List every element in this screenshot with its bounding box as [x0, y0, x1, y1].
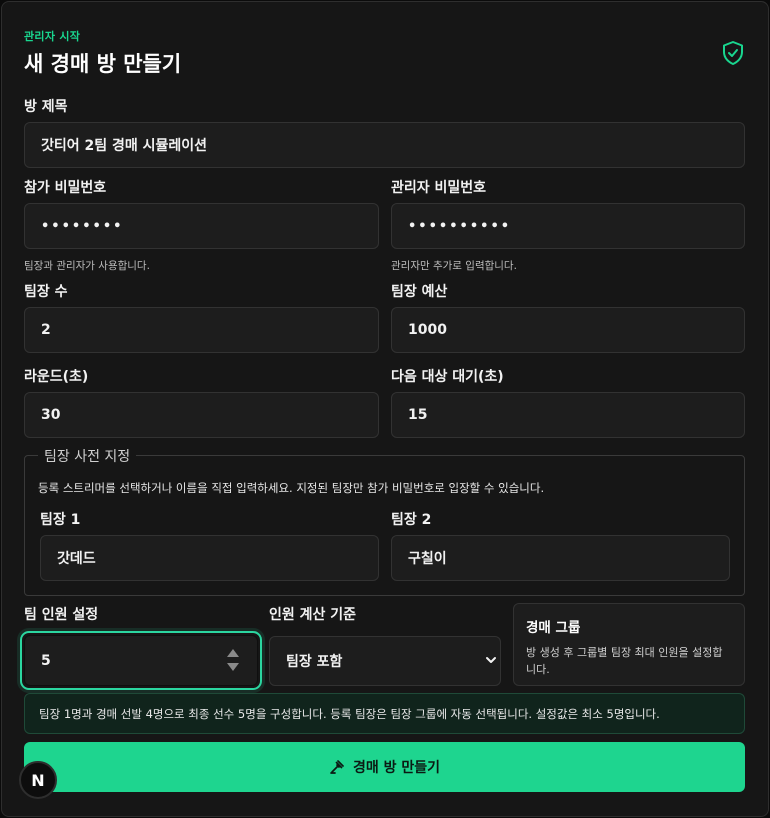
captain-count-label: 팀장 수	[24, 284, 68, 300]
room-title-input[interactable]: 갓티어 2팀 경매 시뮬레이션	[24, 122, 745, 168]
gavel-icon	[330, 760, 344, 774]
next-wait-label: 다음 대상 대기(초)	[391, 369, 504, 385]
captain-2-label: 팀장 2	[391, 512, 432, 528]
admin-password-label: 관리자 비밀번호	[391, 180, 487, 196]
create-room-button-label: 경매 방 만들기	[352, 760, 441, 776]
captain-preset-legend: 팀장 사전 지정	[38, 446, 137, 466]
auction-group-description: 방 생성 후 그룹별 팀장 최대 인원을 설정합니다.	[526, 646, 723, 676]
next-wait-input[interactable]: 15	[391, 392, 745, 438]
admin-password-hint: 관리자만 추가로 입력합니다.	[391, 260, 517, 272]
chevron-down-icon	[486, 657, 496, 663]
room-title-label: 방 제목	[24, 99, 68, 115]
team-size-label: 팀 인원 설정	[24, 607, 99, 623]
stepper-down-icon[interactable]	[227, 663, 239, 671]
team-size-input[interactable]: 5	[24, 635, 258, 686]
captain-budget-label: 팀장 예산	[391, 284, 448, 300]
count-basis-label: 인원 계산 기준	[269, 607, 357, 623]
captain-1-label: 팀장 1	[40, 512, 81, 528]
shield-check-icon	[723, 41, 743, 65]
participant-password-label: 참가 비밀번호	[24, 180, 107, 196]
captain-2-input[interactable]: 구칠이	[391, 535, 730, 581]
participant-password-input[interactable]: ••••••••	[24, 203, 379, 249]
round-seconds-label: 라운드(초)	[24, 369, 89, 385]
participant-password-hint: 팀장과 관리자가 사용합니다.	[24, 260, 150, 272]
round-seconds-input[interactable]: 30	[24, 392, 379, 438]
captain-count-input[interactable]: 2	[24, 307, 379, 353]
page-title: 새 경매 방 만들기	[24, 52, 182, 76]
captain-budget-input[interactable]: 1000	[391, 307, 745, 353]
eyebrow-label: 관리자 시작	[24, 30, 81, 43]
create-room-button[interactable]: 경매 방 만들기	[24, 742, 745, 792]
n-badge[interactable]: N	[19, 761, 57, 799]
stepper-up-icon[interactable]	[227, 649, 239, 657]
count-basis-select[interactable]: 팀장 포함	[269, 636, 501, 686]
number-stepper[interactable]	[226, 649, 240, 671]
team-info-banner: 팀장 1명과 경매 선발 4명으로 최종 선수 5명을 구성합니다. 등록 팀장…	[24, 693, 745, 734]
admin-password-input[interactable]: ••••••••••	[391, 203, 745, 249]
auction-group-title: 경매 그룹	[526, 620, 581, 636]
captain-preset-description: 등록 스트리머를 선택하거나 이름을 직접 입력하세요. 지정된 팀장만 참가 …	[38, 481, 545, 495]
auction-group-box: 경매 그룹 방 생성 후 그룹별 팀장 최대 인원을 설정합니다.	[513, 603, 745, 686]
captain-1-input[interactable]: 갓데드	[40, 535, 379, 581]
